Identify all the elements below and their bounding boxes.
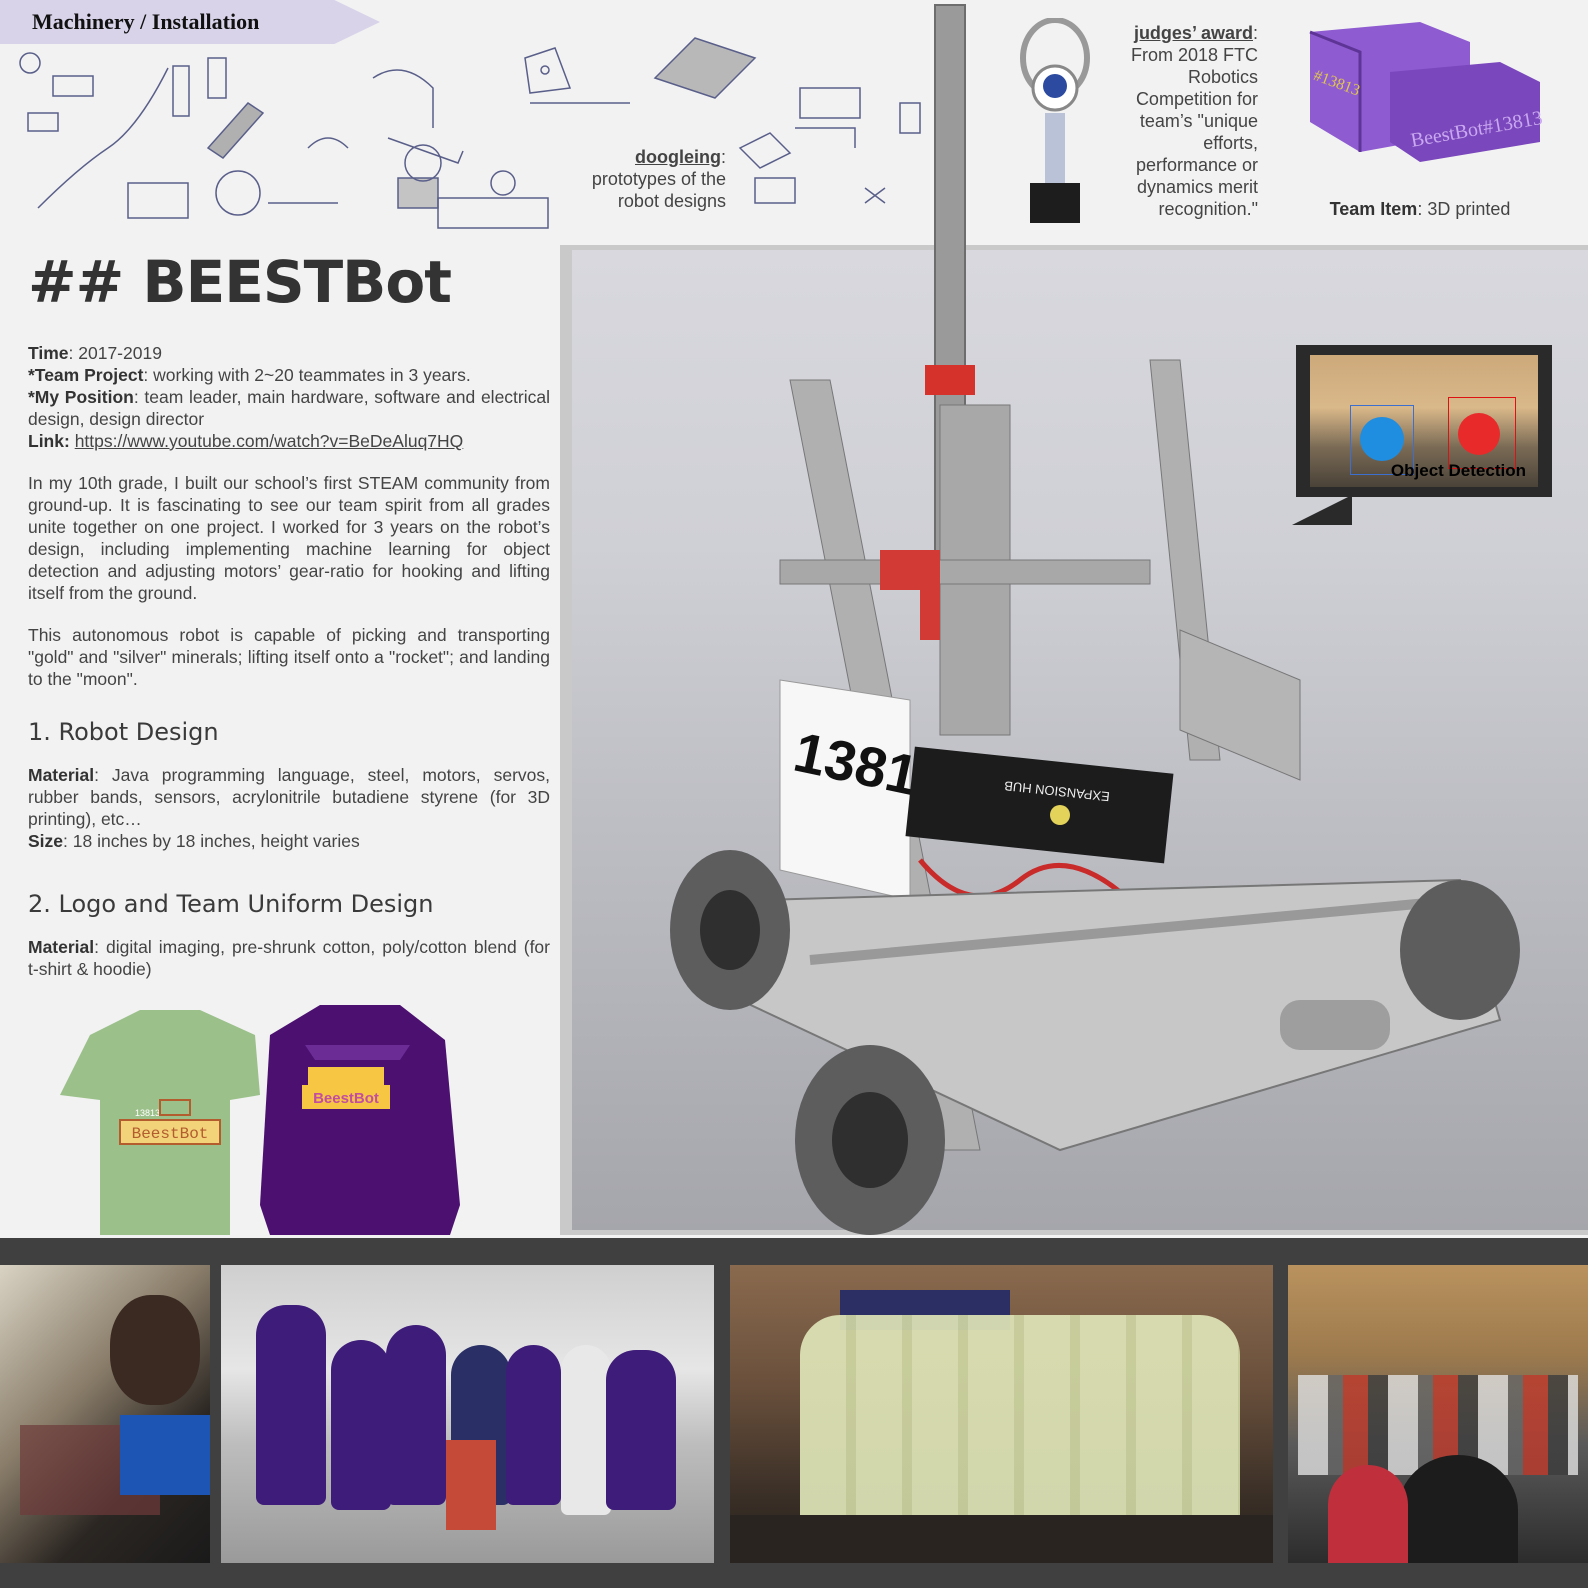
material2-value: : digital imaging, pre-shrunk cotton, po… [28, 937, 550, 979]
tshirt-logo-text: BeestBot [132, 1125, 209, 1143]
section-robot-design: 1. Robot Design [28, 718, 219, 746]
youtube-link[interactable]: https://www.youtube.com/watch?v=BeDeAluq… [75, 431, 464, 451]
size-label: Size [28, 831, 64, 851]
material1-value: : Java programming language, steel, moto… [28, 765, 550, 829]
time-value: : 2017-2019 [68, 343, 162, 363]
blue-ball-icon [1360, 417, 1404, 461]
robot-paragraph: This autonomous robot is capable of pick… [28, 625, 550, 689]
photo-building-robot [0, 1265, 210, 1563]
object-detection-label: Object Detection [1390, 461, 1526, 480]
project-meta: Time: 2017-2019 *Team Project: working w… [28, 342, 550, 452]
tshirt-number: 13813 [135, 1108, 160, 1118]
photo-team-hoodies [221, 1265, 714, 1563]
robot-photo: 13813 EXPANSION HUB [670, 4, 1520, 1235]
link-label: Link: [28, 431, 70, 451]
object-detection-panel: Object Detection [1296, 345, 1552, 497]
team-value: : working with 2~20 teammates in 3 years… [143, 365, 471, 385]
team-uniform-image: BeestBot 13813 BeestBot [60, 1005, 460, 1235]
size-value: : 18 inches by 18 inches, height varies [63, 831, 360, 851]
time-label: Time [28, 343, 69, 363]
photo-team-tshirts [730, 1265, 1273, 1563]
robot-design-details: Material: Java programming language, ste… [28, 764, 550, 852]
material2-label: Material [28, 937, 95, 957]
page-title: ## BEESTBot [28, 248, 452, 316]
photo-classroom-demo [1288, 1265, 1588, 1563]
team-label: *Team Project [28, 365, 144, 385]
red-ball-icon [1458, 413, 1500, 455]
position-label: *My Position [28, 387, 134, 407]
material1-label: Material [28, 765, 95, 785]
prototype-sketches [19, 52, 549, 229]
intro-paragraph: In my 10th grade, I built our school’s f… [28, 473, 550, 603]
callout-tail [1272, 495, 1352, 525]
object-detection-image: Object Detection [1310, 355, 1538, 487]
section-logo-uniform: 2. Logo and Team Uniform Design [28, 890, 434, 918]
uniform-details: Material: digital imaging, pre-shrunk co… [28, 936, 550, 980]
hoodie-logo-text: BeestBot [313, 1090, 379, 1107]
